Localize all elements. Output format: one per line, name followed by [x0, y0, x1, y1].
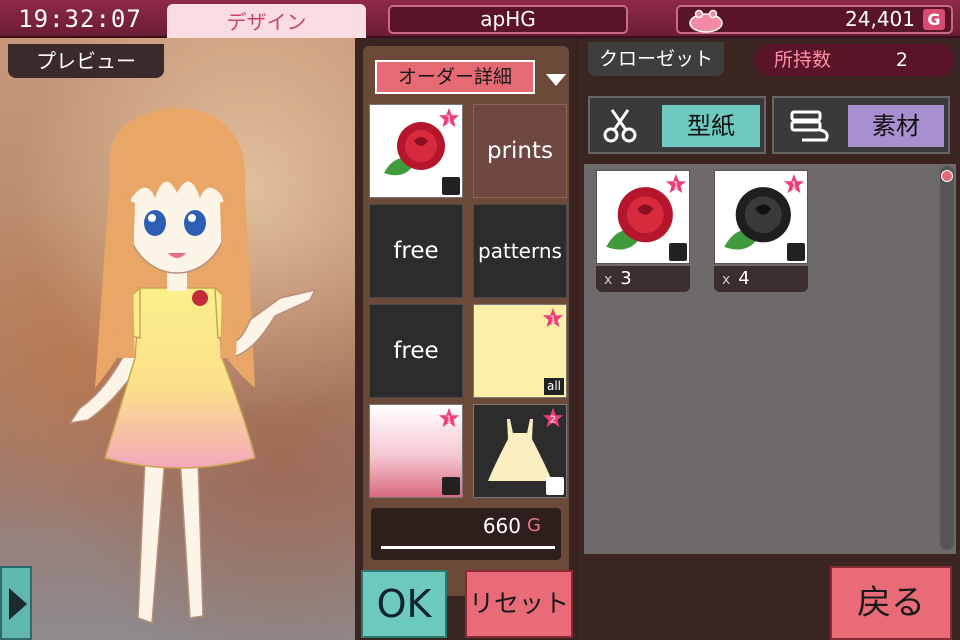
scissors-icon	[603, 109, 637, 143]
order-slot-free-2[interactable]: free	[369, 304, 463, 398]
tab-material-label: 素材	[848, 105, 944, 147]
scroll-thumb[interactable]	[941, 170, 953, 182]
owned-count-value: 2	[895, 49, 908, 71]
rarity-star-icon: 2	[542, 407, 564, 428]
closet-item-black-rose[interactable]: 1 x4	[714, 170, 808, 294]
tab-pattern-label: 型紙	[662, 105, 760, 147]
svg-text:1: 1	[673, 181, 679, 192]
money-value: 24,401	[845, 7, 915, 31]
play-arrow-icon	[9, 588, 27, 620]
owned-count: 所持数 2	[754, 44, 954, 76]
character-figure	[68, 108, 317, 625]
rarity-star-icon: 1	[542, 307, 564, 328]
order-slot-dress[interactable]: 2	[473, 404, 567, 498]
dress-icon	[442, 177, 460, 195]
dress-icon	[669, 243, 687, 261]
tab-pattern[interactable]: 型紙	[588, 96, 766, 154]
order-slot-rose[interactable]: 1	[369, 104, 463, 198]
order-slot-color[interactable]: 1	[369, 404, 463, 498]
player-name: apHG	[388, 5, 628, 34]
closet-tab[interactable]: クローゼット	[588, 42, 724, 76]
rarity-star-icon: 1	[665, 173, 687, 194]
all-tag: all	[543, 378, 564, 395]
item-thumbnail: 1	[714, 170, 808, 264]
order-slot-patterns[interactable]: patterns	[473, 204, 567, 298]
top-bar: 19:32:07 デザイン apHG 24,401 G	[0, 0, 960, 40]
rarity-star-icon: 1	[783, 173, 805, 194]
dress-icon	[787, 243, 805, 261]
closet-item-red-rose[interactable]: 1 x3	[596, 170, 690, 294]
item-quantity: x3	[596, 266, 690, 292]
chevron-down-icon[interactable]	[546, 74, 566, 86]
back-button[interactable]: 戻る	[830, 566, 952, 640]
currency-icon: G	[923, 9, 945, 30]
order-slot-prints[interactable]: prints	[473, 104, 567, 198]
tab-design[interactable]: デザイン	[167, 4, 366, 40]
order-slot-fabric[interactable]: 1 all	[473, 304, 567, 398]
money-display: 24,401 G	[676, 5, 953, 34]
svg-text:1: 1	[446, 415, 452, 426]
order-panel: オーダー詳細 1 prints free patterns free 1 all…	[355, 38, 577, 640]
closet-panel: クローゼット 所持数 2 型紙 素材 1 x 3 1 x 4 戻る	[578, 38, 960, 640]
rarity-star-icon: 1	[438, 407, 460, 428]
reset-button[interactable]: リセット	[465, 570, 573, 638]
dress-icon	[546, 477, 564, 495]
purse-icon	[689, 9, 723, 33]
price-display: 660 G	[371, 508, 561, 560]
order-grid-panel: オーダー詳細 1 prints free patterns free 1 all…	[363, 46, 569, 596]
tab-material[interactable]: 素材	[772, 96, 950, 154]
dress-icon	[442, 477, 460, 495]
scrollbar[interactable]	[940, 166, 954, 550]
divider	[381, 546, 555, 549]
order-details-dropdown[interactable]: オーダー詳細	[375, 60, 535, 94]
character-preview: プレビュー	[0, 38, 355, 640]
ok-button[interactable]: OK	[361, 570, 447, 638]
svg-text:1: 1	[550, 315, 556, 326]
currency-icon: G	[527, 515, 541, 536]
owned-count-label: 所持数	[774, 49, 832, 71]
preview-toggle-button[interactable]	[0, 566, 32, 640]
svg-text:1: 1	[446, 115, 452, 126]
clock: 19:32:07	[18, 5, 142, 33]
rarity-star-icon: 1	[438, 107, 460, 128]
svg-text:1: 1	[791, 181, 797, 192]
item-thumbnail: 1	[596, 170, 690, 264]
order-slot-free-1[interactable]: free	[369, 204, 463, 298]
item-quantity: x4	[714, 266, 808, 292]
closet-item-list: 1 x3 1 x4	[584, 164, 956, 554]
svg-text:2: 2	[550, 415, 556, 426]
price-value: 660	[482, 514, 521, 538]
fabric-roll-icon	[790, 110, 829, 142]
